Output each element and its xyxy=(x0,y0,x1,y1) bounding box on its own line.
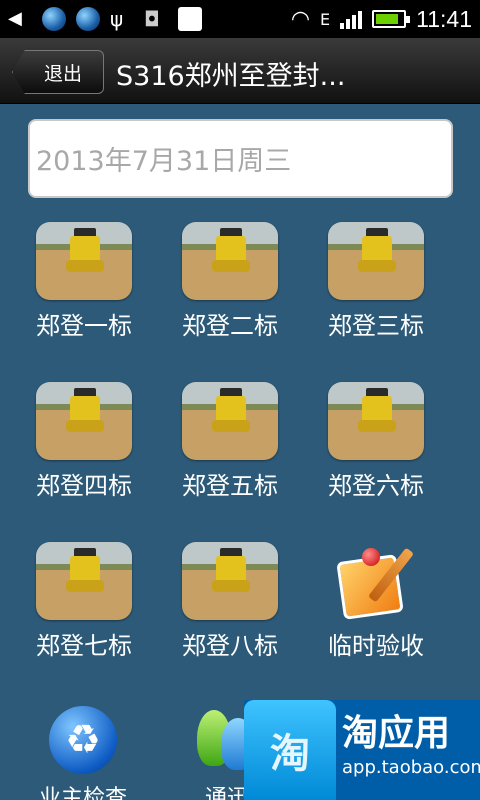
clock: 11:41 xyxy=(416,5,472,32)
wifi-icon: ◠ xyxy=(290,6,311,32)
tile-label: 郑登四标 xyxy=(36,472,132,500)
temporary-acceptance-tile[interactable]: 临时验收 xyxy=(306,542,446,672)
status-bar: ◀ ψ ◘ ◠ E 11:41 xyxy=(0,0,480,38)
tile-label: 郑登七标 xyxy=(36,632,132,660)
notification-icon: ◀ xyxy=(8,8,22,29)
road-roller-image xyxy=(182,222,278,300)
date-field[interactable]: 2013年7月31日周三 xyxy=(28,119,453,198)
page-title: S316郑州至登封... xyxy=(116,61,346,92)
section-7-tile[interactable]: 郑登七标 xyxy=(14,542,154,672)
banner-url: app.taobao.com xyxy=(342,757,480,778)
recycle-icon: ♻ xyxy=(49,706,117,774)
road-roller-image xyxy=(328,382,424,460)
tile-label: 郑登一标 xyxy=(36,312,132,340)
road-roller-image xyxy=(182,542,278,620)
signal-icon xyxy=(340,9,363,29)
tile-label: 郑登六标 xyxy=(328,472,424,500)
tile-label: 郑登五标 xyxy=(182,472,278,500)
globe-icon xyxy=(42,7,66,31)
section-1-tile[interactable]: 郑登一标 xyxy=(14,222,154,352)
section-3-tile[interactable]: 郑登三标 xyxy=(306,222,446,352)
section-4-tile[interactable]: 郑登四标 xyxy=(14,382,154,512)
data-e-icon: E xyxy=(320,9,331,29)
back-button[interactable]: 退出 xyxy=(12,50,104,94)
battery-charging-icon xyxy=(372,10,411,28)
bottom-label: 通迅 xyxy=(204,786,249,800)
taobao-app-banner[interactable]: 淘 淘应用 app.taobao.com xyxy=(244,700,480,800)
road-roller-image xyxy=(36,382,132,460)
section-6-tile[interactable]: 郑登六标 xyxy=(306,382,446,512)
title-bar: 退出 S316郑州至登封... xyxy=(0,38,480,104)
road-roller-image xyxy=(328,222,424,300)
shopping-bag-icon: 淘 xyxy=(244,700,336,800)
owner-inspection-item[interactable]: ♻ 业主检查 xyxy=(28,706,138,800)
section-5-tile[interactable]: 郑登五标 xyxy=(160,382,300,512)
road-roller-image xyxy=(182,382,278,460)
banner-brand: 淘应用 xyxy=(342,713,451,754)
usb-icon: ψ xyxy=(110,7,124,31)
tile-label: 郑登三标 xyxy=(328,312,424,340)
globe-icon xyxy=(76,7,100,31)
bottom-label: 业主检查 xyxy=(38,786,127,800)
road-roller-image xyxy=(36,542,132,620)
road-roller-image xyxy=(36,222,132,300)
memo-pen-icon xyxy=(328,542,424,620)
image-icon xyxy=(178,7,202,31)
tile-label: 临时验收 xyxy=(328,632,424,660)
section-2-tile[interactable]: 郑登二标 xyxy=(160,222,300,352)
section-8-tile[interactable]: 郑登八标 xyxy=(160,542,300,672)
tile-label: 郑登二标 xyxy=(182,312,278,340)
android-icon: ◘ xyxy=(144,7,160,31)
tile-label: 郑登八标 xyxy=(182,632,278,660)
